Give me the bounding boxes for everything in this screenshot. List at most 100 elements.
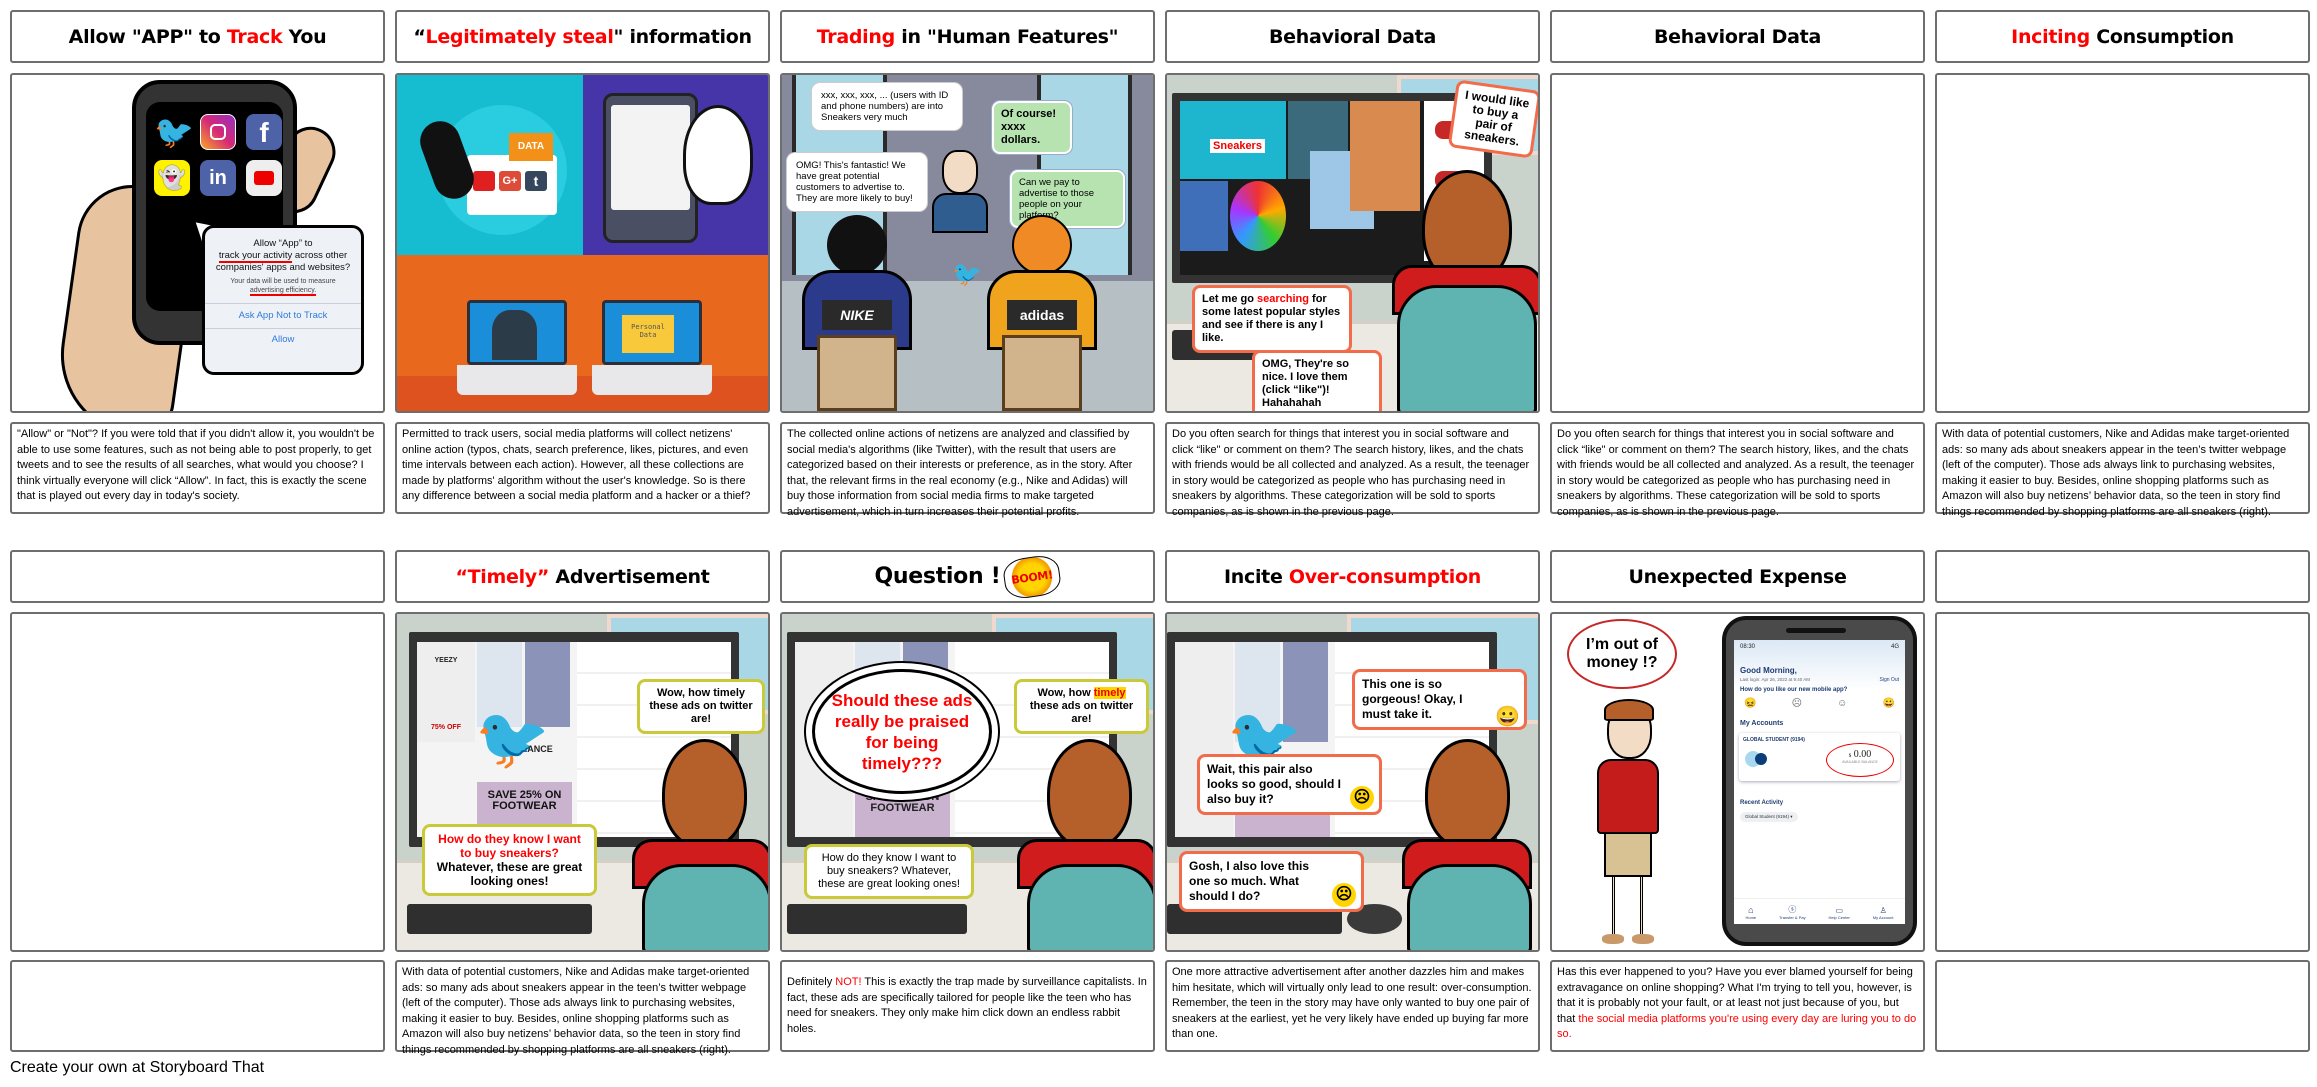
text-run: Unexpected Expense <box>1628 565 1847 588</box>
caption-parts: Definitely NOT! This is exactly the trap… <box>787 975 1148 1037</box>
allow-button[interactable]: Allow <box>205 328 361 351</box>
nav-help-center[interactable]: ▭ Help Center <box>1829 906 1850 920</box>
user-icon: ♙ <box>1879 906 1887 915</box>
caption-parts: Has this ever happened to you? Have you … <box>1557 966 1916 1040</box>
salesman-head <box>942 150 978 194</box>
sign-out-link[interactable]: Sign Out <box>1880 677 1899 683</box>
nav-home[interactable]: ⌂ Home <box>1745 905 1756 920</box>
buyer-nike-head <box>827 215 887 275</box>
bubble-text-highlight: How do they know I want to buy sneakers? <box>438 832 581 860</box>
text-run: Incite <box>1224 565 1289 588</box>
panel-3-caption: The collected online actions of netizens… <box>780 422 1155 518</box>
panel-11-caption: Has this ever happened to you? Have you … <box>1550 960 1925 1052</box>
account-select-value: Global Student (9194) <box>1745 814 1790 819</box>
face-icon[interactable]: 😖 <box>1744 698 1756 709</box>
twitter-icon: 🐦 <box>154 114 194 150</box>
bubble-text: these ads on twitter are! <box>1029 700 1134 725</box>
ad-save: SAVE 25% ON FOOTWEAR <box>487 789 562 812</box>
office-chair <box>642 864 768 950</box>
panel-4-title: Behavioral Data <box>1165 10 1540 63</box>
nav-my-account[interactable]: ♙ My Account <box>1873 906 1894 920</box>
bubble-text: Wow, how <box>1037 687 1094 699</box>
dialog-sub-underlined: advertising efficiency. <box>249 287 317 296</box>
speech-bubble-how-know: How do they know I want to buy sneakers?… <box>804 844 974 899</box>
panel-3-image: xxx, xxx, xxx, ... (users with ID and ph… <box>780 73 1155 413</box>
panel-10-title: Incite Over-consumption <box>1165 550 1540 603</box>
teen-hair <box>1604 699 1654 721</box>
title-parts: “Timely” Advertisement <box>455 566 709 588</box>
nike-logo: NIKE <box>822 300 892 330</box>
account-card[interactable]: GLOBAL STUDENT (9194) $ 0.00 AVAILABLE B… <box>1739 733 1900 781</box>
nav-label: Help Center <box>1828 915 1850 920</box>
bubble-text: Gosh, I also love this one so much. What… <box>1189 859 1310 903</box>
panel-10-caption: One more attractive advertisement after … <box>1165 960 1540 1052</box>
bubble-text: This one is so gorgeous! Okay, I must ta… <box>1362 677 1463 721</box>
nav-label: Transfer & Pay <box>1779 915 1806 920</box>
panel-9-title: Question ! BOOM! <box>780 550 1155 603</box>
boom-badge: BOOM! <box>1001 552 1063 601</box>
speech-bubble-omg: OMG! This's fantastic! We have great pot… <box>787 153 927 211</box>
title-parts: Unexpected Expense <box>1628 566 1846 588</box>
search-term: Sneakers <box>1210 139 1265 153</box>
hooded-hacker <box>492 310 537 360</box>
highlighted-text: NOT! <box>835 976 862 988</box>
text-run: Behavioral Data <box>1269 25 1436 48</box>
face-icon[interactable]: ☺ <box>1837 698 1847 709</box>
bubble-text-highlight: timely <box>1093 687 1126 699</box>
speech-bubble-timely: Wow, how timely these ads on twitter are… <box>637 679 765 734</box>
personal-data-label: Personal Data <box>622 315 674 353</box>
data-folder-label: DATA <box>509 133 553 161</box>
youtube-icon <box>473 171 495 191</box>
highlighted-text: Over-consumption <box>1288 565 1481 588</box>
text-run: You <box>282 25 327 48</box>
facebook-icon: f <box>246 114 282 150</box>
panel-6-title: Inciting Consumption <box>1935 10 2310 63</box>
panel-1-caption: "Allow" or "Not"? If you were told that … <box>10 422 385 514</box>
text-run: in "Human Features" <box>894 25 1119 48</box>
google-plus-icon: G+ <box>499 171 521 191</box>
storyboard-that-credit-link[interactable]: Create your own at Storyboard That <box>10 1059 264 1077</box>
panel-6-caption: With data of potential customers, Nike a… <box>1935 422 2310 518</box>
linkedin-icon: in <box>200 160 236 196</box>
balance-highlight: $ 0.00 AVAILABLE BALANCE <box>1826 743 1894 777</box>
banking-app-screen: 08:30 4G Good Morning, Last login: Apr 2… <box>1734 640 1905 924</box>
speech-bubble-users: xxx, xxx, xxx, ... (users with ID and ph… <box>812 83 962 130</box>
instagram-icon <box>200 114 236 150</box>
nav-transfer-pay[interactable]: ⓢ Transfer & Pay <box>1779 904 1806 920</box>
panel-4-caption: Do you often search for things that inte… <box>1165 422 1540 518</box>
chat-icon: ▭ <box>1835 906 1843 915</box>
title-parts: “Legitimately steal" information <box>413 25 752 48</box>
text-run: Consumption <box>2089 25 2234 48</box>
panel-2-caption: Permitted to track users, social media p… <box>395 422 770 514</box>
speech-bubble-like: OMG, They're so nice. I love them (click… <box>1252 350 1382 411</box>
survey-question: How do you like our new mobile app? <box>1740 687 1848 693</box>
teen-head <box>662 739 747 849</box>
feedback-faces[interactable]: 😖 ☹ ☺ 😀 <box>1744 698 1895 709</box>
ad-save: SAVE 25% ON FOOTWEAR <box>865 791 940 814</box>
twitter-icon: 🐦 <box>952 261 982 288</box>
account-select-dropdown[interactable]: Global Student (9194) ▾ <box>1740 812 1798 822</box>
panel-3-title: Trading in "Human Features" <box>780 10 1155 63</box>
currency: $ <box>1848 754 1852 759</box>
text-run: Behavioral Data <box>1654 25 1821 48</box>
bubble-text: Let me go <box>1202 293 1258 305</box>
panel-6-image <box>1935 73 2310 413</box>
ask-not-to-track-button[interactable]: Ask App Not to Track <box>205 303 361 328</box>
panel-7-caption <box>10 960 385 1052</box>
face-icon[interactable]: 😀 <box>1883 698 1895 709</box>
face-icon[interactable]: ☹ <box>1792 698 1802 709</box>
panel-7-title <box>10 550 385 603</box>
teen-jacket <box>1597 759 1659 834</box>
thought-bubble-question: Should these ads really be praised for b… <box>812 669 992 794</box>
text-run: “ <box>413 25 426 48</box>
greeting: Good Morning, <box>1740 666 1797 675</box>
highlighted-text: “Timely” <box>455 565 550 588</box>
panel-8-title: “Timely” Advertisement <box>395 550 770 603</box>
speech-bubble-timely: Wow, how timely these ads on twitter are… <box>1014 679 1149 734</box>
phone-thief-illustration <box>583 75 768 255</box>
snapchat-icon: 👻 <box>154 160 190 196</box>
teen-head <box>1425 739 1510 849</box>
speech-bubble-wait: Wait, this pair also looks so good, shou… <box>1197 754 1382 815</box>
chair-left <box>817 335 897 411</box>
title-parts: Allow "APP" to Track You <box>69 26 327 48</box>
